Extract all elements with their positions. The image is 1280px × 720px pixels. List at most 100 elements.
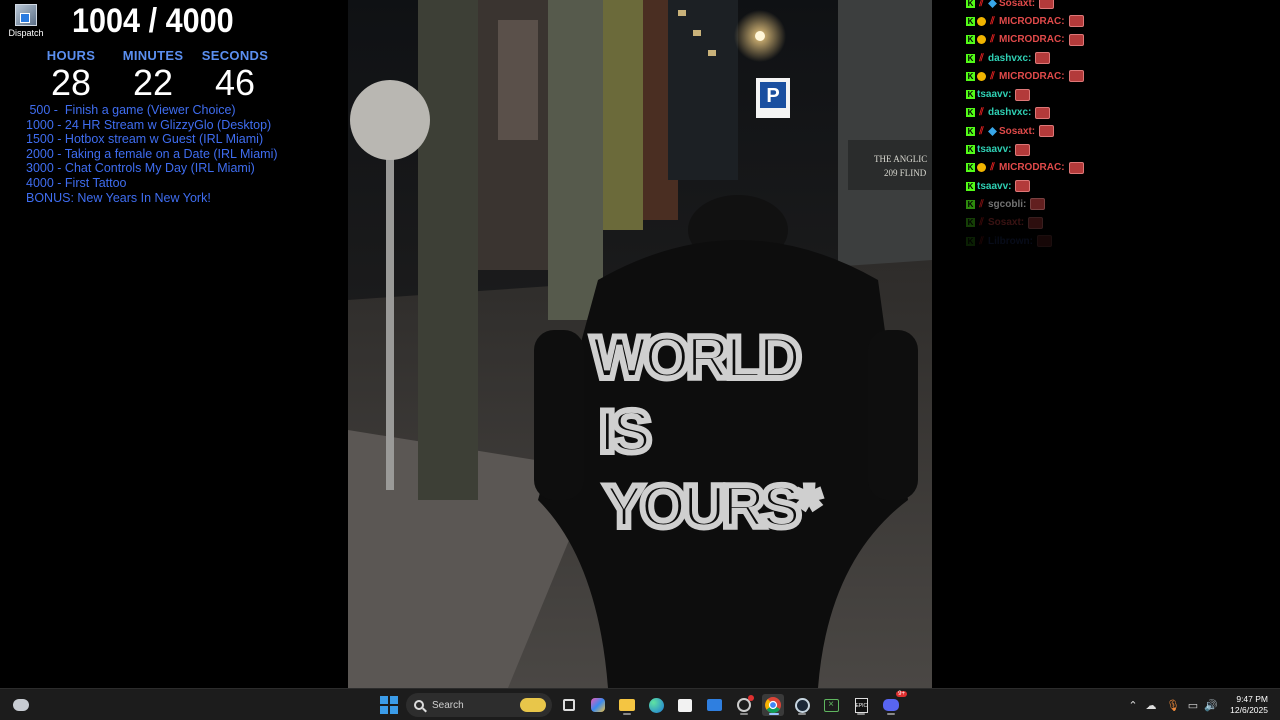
edge-button[interactable]: [645, 694, 667, 716]
timer-hours: HOURS 28: [30, 48, 112, 103]
emote-icon: [1035, 52, 1051, 65]
folder-icon: [619, 699, 635, 711]
coin-badge-icon: [977, 71, 986, 81]
clock-date: 12/6/2025: [1230, 705, 1268, 715]
minutes-label: MINUTES: [122, 48, 184, 63]
taskbar-clock[interactable]: 9:47 PM 12/6/2025: [1230, 694, 1268, 716]
xbox-button[interactable]: ×: [820, 694, 842, 716]
chat-username[interactable]: dashvxc:: [988, 53, 1031, 64]
stream-video: P THE ANGLIC 209 FLIND WORLD IS YOURS*: [348, 0, 932, 688]
xbox-icon: ×: [823, 698, 839, 712]
network-icon[interactable]: ▭: [1184, 699, 1202, 712]
building-sign-line1: THE ANGLIC: [874, 154, 927, 164]
task-view-icon: [563, 699, 575, 711]
kick-badge-icon: K: [966, 35, 975, 45]
copilot-button[interactable]: [587, 694, 609, 716]
chat-message: K ⫽ Sosaxt:: [966, 122, 1266, 140]
chat-username[interactable]: Sosaxt:: [999, 126, 1035, 137]
chat-username[interactable]: MICRODRAC:: [999, 71, 1065, 82]
mail-button[interactable]: [703, 694, 725, 716]
milestone-item: BONUS: New Years In New York!: [26, 190, 211, 205]
kick-badge-icon: K: [966, 0, 975, 8]
chat-username[interactable]: MICRODRAC:: [999, 34, 1065, 45]
app-button-notify[interactable]: [733, 694, 755, 716]
coin-badge-icon: [977, 163, 986, 173]
search-icon: [414, 700, 424, 710]
chat-message: K ⫽ Lilbrown:: [966, 232, 1266, 250]
chat-message: K ⫽ MICRODRAC:: [966, 31, 1266, 49]
chat-message: K ⫽ MICRODRAC:: [966, 12, 1266, 30]
milestone-item: 1500 - Hotbox stream w Guest (IRL Miami): [26, 132, 264, 147]
start-button[interactable]: [378, 694, 400, 716]
kick-badge-icon: K: [966, 16, 975, 26]
hoodie-text-line3: YOURS*: [604, 473, 821, 540]
mail-icon: [706, 699, 722, 711]
taskbar-search-box[interactable]: Search: [406, 693, 552, 717]
emote-icon: [1068, 70, 1084, 83]
store-button[interactable]: [674, 694, 696, 716]
weather-widget-icon[interactable]: [10, 694, 32, 716]
sub-goal-counter: 1004 / 4000: [72, 2, 234, 40]
microphone-icon[interactable]: 🎙: [1162, 699, 1184, 712]
milestone-item: 2000 - Taking a female on a Date (IRL Mi…: [26, 146, 278, 161]
chat-username[interactable]: Lilbrown:: [988, 236, 1033, 247]
kick-badge-icon: K: [966, 181, 975, 191]
moderator-badge-icon: ⫽: [979, 198, 984, 210]
emote-icon: [1039, 0, 1055, 10]
moderator-badge-icon: ⫽: [979, 125, 984, 137]
stream-timer: HOURS 28 MINUTES 22 SECONDS 46: [30, 48, 276, 103]
chrome-button[interactable]: [762, 694, 784, 716]
emote-icon: [1030, 198, 1046, 211]
chat-username[interactable]: tsaavv:: [977, 144, 1011, 155]
gem-badge-icon: [988, 0, 997, 8]
file-explorer-button[interactable]: [616, 694, 638, 716]
kick-badge-icon: K: [966, 145, 975, 155]
chat-username[interactable]: MICRODRAC:: [999, 162, 1065, 173]
kick-badge-icon: K: [966, 53, 975, 63]
emote-icon: [1039, 125, 1055, 138]
hours-label: HOURS: [46, 48, 96, 63]
windows-logo-icon: [380, 696, 398, 714]
discord-button[interactable]: 9+: [880, 691, 907, 716]
kick-badge-icon: K: [966, 108, 975, 118]
discord-notification-badge: 9+: [896, 691, 907, 697]
show-hidden-icons-chevron-icon[interactable]: ⌃: [1126, 699, 1140, 712]
parking-sign-letter: P: [766, 85, 779, 107]
milestone-item: 1000 - 24 HR Stream w GlizzyGlo (Desktop…: [26, 117, 272, 132]
dispatch-shortcut[interactable]: Dispatch: [6, 4, 46, 38]
epic-games-button[interactable]: EPIC: [850, 694, 872, 716]
chat-username[interactable]: sgcobli:: [988, 199, 1026, 210]
chat-username[interactable]: Sosaxt:: [999, 0, 1035, 9]
chat-username[interactable]: tsaavv:: [977, 89, 1011, 100]
chat-message: Ktsaavv:: [966, 140, 1266, 158]
discord-icon: 9+: [883, 691, 907, 711]
moderator-badge-icon: ⫽: [979, 52, 984, 64]
store-icon: [678, 698, 692, 712]
chat-message: K ⫽ Sosaxt:: [966, 214, 1266, 232]
chat-message: K ⫽ MICRODRAC:: [966, 67, 1266, 85]
emote-icon: [1068, 15, 1084, 28]
chat-username[interactable]: MICRODRAC:: [999, 16, 1065, 27]
emote-icon: [1028, 216, 1044, 229]
emote-icon: [1015, 143, 1031, 156]
minutes-value: 22: [132, 62, 174, 103]
coin-badge-icon: [977, 16, 986, 26]
moderator-badge-icon: ⫽: [979, 217, 984, 229]
kick-badge-icon: K: [966, 71, 975, 81]
volume-icon[interactable]: 🔊: [1202, 699, 1220, 712]
chat-username[interactable]: Sosaxt:: [988, 217, 1024, 228]
chat-message: K ⫽ MICRODRAC:: [966, 159, 1266, 177]
chat-message: Ktsaavv:: [966, 177, 1266, 195]
chat-message: K ⫽ sgcobli:: [966, 195, 1266, 213]
chat-message: Ktsaavv:: [966, 85, 1266, 103]
timer-seconds: SECONDS 46: [194, 48, 276, 103]
cloud-sync-icon[interactable]: ☁: [1140, 699, 1162, 712]
chat-username[interactable]: dashvxc:: [988, 107, 1031, 118]
steam-button[interactable]: [791, 694, 813, 716]
timer-minutes: MINUTES 22: [112, 48, 194, 103]
chat-username[interactable]: tsaavv:: [977, 181, 1011, 192]
kick-badge-icon: K: [966, 199, 975, 209]
active-indicator: [798, 713, 806, 715]
task-view-button[interactable]: [558, 694, 580, 716]
hoodie-text-line1: WORLD: [591, 324, 799, 391]
